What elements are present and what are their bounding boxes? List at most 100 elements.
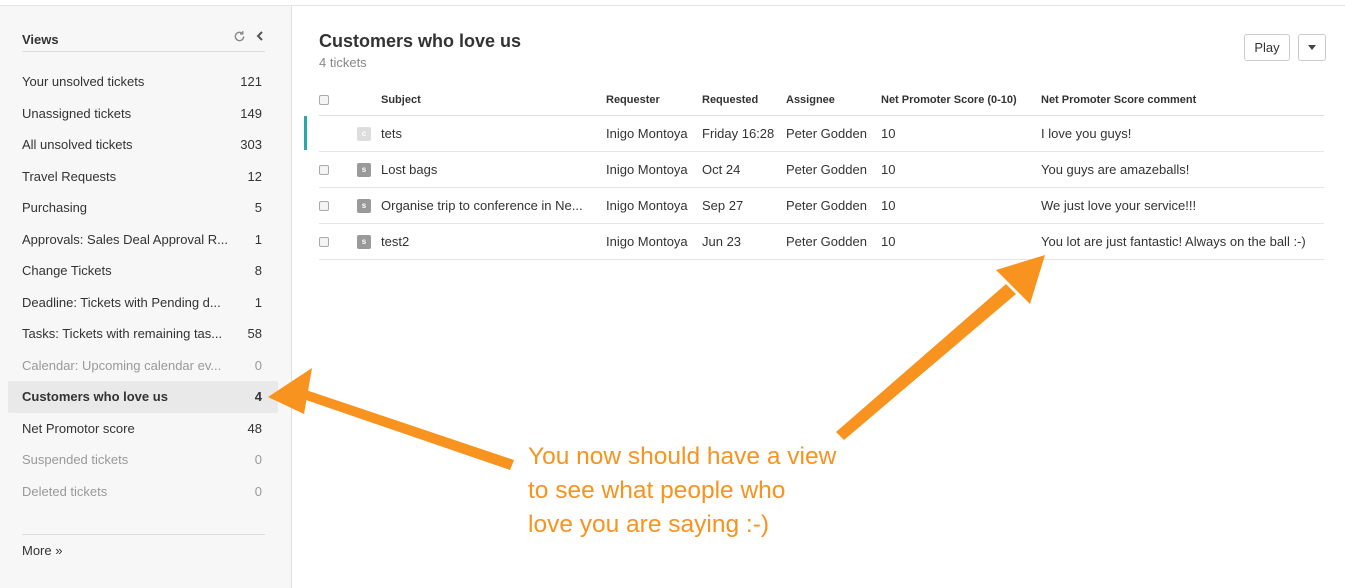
sidebar-view-item[interactable]: Purchasing 5: [8, 192, 278, 224]
column-header-requester[interactable]: Requester: [606, 85, 702, 116]
view-label: Purchasing: [22, 200, 88, 215]
sidebar-view-item[interactable]: Approvals: Sales Deal Approval R... 1: [8, 224, 278, 256]
annotation-text: You now should have a view to see what p…: [528, 440, 888, 542]
ticket-type-cell: s: [357, 223, 381, 260]
view-count: 0: [254, 483, 262, 499]
annotation-line: to see what people who: [528, 477, 786, 504]
ticket-nps: 10: [881, 151, 1041, 188]
column-header-nps-comment[interactable]: Net Promoter Score comment: [1041, 85, 1324, 116]
sidebar-view-item[interactable]: Net Promotor score 48: [8, 413, 278, 445]
view-count: 1: [254, 231, 262, 247]
table-row[interactable]: s Lost bags Inigo Montoya Oct 24 Peter Godde…: [319, 151, 1324, 188]
ticket-assignee: Peter Godden: [786, 115, 881, 152]
ticket-requester: Inigo Montoya: [606, 151, 702, 188]
view-label: Suspended tickets: [22, 452, 129, 467]
ticket-requested: Oct 24: [702, 151, 786, 188]
chevron-left-icon[interactable]: [255, 30, 267, 44]
row-checkbox[interactable]: [319, 201, 329, 212]
view-label: Calendar: Upcoming calendar ev...: [22, 357, 222, 373]
ticket-type-cell: c: [357, 115, 381, 152]
ticket-requester: Inigo Montoya: [606, 223, 702, 260]
row-select-cell[interactable]: [319, 151, 357, 188]
column-header-requested[interactable]: Requested: [702, 85, 786, 116]
column-header-assignee[interactable]: Assignee: [786, 85, 881, 116]
row-select-cell[interactable]: [319, 223, 357, 260]
sidebar-view-item[interactable]: Travel Requests 12: [8, 161, 278, 193]
view-count: 5: [254, 200, 262, 215]
view-label: Deadline: Tickets with Pending d...: [22, 294, 221, 310]
sidebar-view-item[interactable]: Customers who love us 4: [8, 381, 278, 413]
play-button[interactable]: Play: [1244, 34, 1290, 61]
ticket-subject[interactable]: Organise trip to conference in Ne...: [381, 187, 606, 224]
view-count: 12: [247, 168, 262, 184]
selected-row-indicator: [304, 116, 307, 150]
tickets-table: Subject Requester Requested Assignee Net…: [319, 85, 1324, 260]
sidebar-view-item[interactable]: Suspended tickets 0: [8, 444, 278, 476]
ticket-status-badge: s: [357, 162, 371, 177]
sidebar-view-item[interactable]: Deleted tickets 0: [8, 476, 278, 508]
row-select-cell[interactable]: [319, 187, 357, 224]
page-title: Customers who love us: [319, 31, 522, 51]
ticket-requested: Friday 16:28: [702, 115, 786, 152]
view-label: All unsolved tickets: [22, 137, 133, 152]
row-select-cell[interactable]: [319, 115, 357, 152]
row-checkbox[interactable]: [319, 237, 329, 248]
ticket-requester: Inigo Montoya: [606, 187, 702, 224]
ticket-nps: 10: [881, 115, 1041, 152]
caret-down-icon[interactable]: [1298, 34, 1326, 61]
select-all-checkbox[interactable]: [319, 94, 329, 105]
view-label: Change Tickets: [22, 263, 112, 278]
sidebar-view-item[interactable]: Deadline: Tickets with Pending d... 1: [8, 287, 278, 319]
ticket-nps: 10: [881, 187, 1041, 224]
ticket-count: 4 tickets: [319, 55, 367, 70]
table-row[interactable]: s Organise trip to conference in Ne... Ini…: [319, 187, 1324, 224]
sidebar-view-item[interactable]: Tasks: Tickets with remaining tas... 58: [8, 318, 278, 350]
ticket-requested: Jun 23: [702, 223, 786, 260]
view-label: Approvals: Sales Deal Approval R...: [22, 231, 228, 247]
sidebar-view-item[interactable]: Calendar: Upcoming calendar ev... 0: [8, 350, 278, 382]
more-views-link[interactable]: More »: [22, 543, 62, 558]
ticket-assignee: Peter Godden: [786, 223, 881, 260]
ticket-nps-comment: We just love your service!!!: [1041, 187, 1324, 224]
view-label: Customers who love us: [22, 389, 168, 404]
ticket-nps-comment: I love you guys!: [1041, 115, 1324, 152]
sidebar-view-item[interactable]: Change Tickets 8: [8, 255, 278, 287]
sidebar-title: Views: [22, 32, 59, 47]
view-count: 4: [254, 389, 262, 404]
sidebar-view-item[interactable]: Your unsolved tickets 121: [8, 66, 278, 98]
view-label: Net Promotor score: [22, 420, 135, 436]
ticket-assignee: Peter Godden: [786, 151, 881, 188]
row-checkbox[interactable]: [319, 165, 329, 176]
ticket-status-badge: c: [357, 126, 371, 141]
view-label: Unassigned tickets: [22, 105, 132, 121]
view-count: 48: [247, 420, 262, 436]
annotation-line: love you are saying :-): [528, 511, 770, 538]
select-all-header[interactable]: [319, 85, 357, 116]
ticket-subject[interactable]: tets: [381, 115, 606, 152]
views-list: Your unsolved tickets 121 Unassigned ticke…: [8, 66, 278, 507]
annotation-line: You now should have a view: [528, 443, 837, 470]
sidebar-view-item[interactable]: Unassigned tickets 149: [8, 98, 278, 130]
type-header: [357, 85, 381, 116]
ticket-subject[interactable]: test2: [381, 223, 606, 260]
sidebar-view-item[interactable]: All unsolved tickets 303: [8, 129, 278, 161]
ticket-assignee: Peter Godden: [786, 187, 881, 224]
ticket-type-cell: s: [357, 151, 381, 188]
table-row[interactable]: c tets Inigo Montoya Friday 16:28 Peter Godd…: [319, 115, 1324, 152]
column-header-nps[interactable]: Net Promoter Score (0-10): [881, 85, 1041, 116]
column-header-subject[interactable]: Subject: [381, 85, 606, 116]
ticket-subject[interactable]: Lost bags: [381, 151, 606, 188]
ticket-requester: Inigo Montoya: [606, 115, 702, 152]
refresh-icon[interactable]: [233, 30, 247, 44]
table-row[interactable]: s test2 Inigo Montoya Jun 23 Peter Godden 10 Y…: [319, 223, 1324, 260]
sidebar-header: Views: [22, 28, 265, 52]
ticket-type-cell: s: [357, 187, 381, 224]
view-count: 0: [254, 452, 262, 467]
view-label: Your unsolved tickets: [22, 74, 145, 89]
ticket-status-badge: s: [357, 234, 371, 249]
view-count: 149: [240, 105, 262, 121]
view-label: Tasks: Tickets with remaining tas...: [22, 326, 223, 341]
view-count: 0: [254, 357, 262, 373]
view-count: 1: [254, 294, 262, 310]
view-count: 303: [240, 137, 262, 152]
